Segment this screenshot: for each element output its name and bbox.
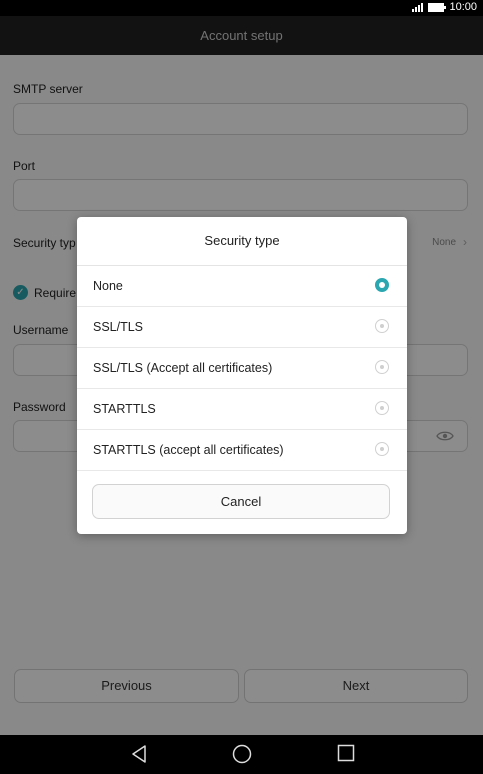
option-ssl-tls[interactable]: SSL/TLS bbox=[77, 307, 407, 348]
signal-icon bbox=[412, 2, 424, 12]
security-type-dialog: Security type None SSL/TLS SSL/TLS (Acce… bbox=[77, 217, 407, 534]
option-label: STARTTLS (accept all certificates) bbox=[93, 443, 284, 457]
radio-icon[interactable] bbox=[375, 360, 389, 374]
status-bar: 10:00 bbox=[0, 0, 483, 16]
option-label: None bbox=[93, 279, 123, 293]
option-label: SSL/TLS bbox=[93, 320, 144, 334]
option-starttls[interactable]: STARTTLS bbox=[77, 389, 407, 430]
cancel-button[interactable]: Cancel bbox=[92, 484, 390, 519]
dialog-title: Security type bbox=[77, 217, 407, 266]
navigation-bar bbox=[0, 735, 483, 774]
radio-icon[interactable] bbox=[375, 319, 389, 333]
clock: 10:00 bbox=[449, 1, 477, 13]
radio-icon[interactable] bbox=[375, 442, 389, 456]
radio-selected-icon[interactable] bbox=[375, 278, 389, 292]
option-label: STARTTLS bbox=[93, 402, 156, 416]
option-none[interactable]: None bbox=[77, 266, 407, 307]
battery-icon bbox=[428, 2, 447, 12]
back-icon[interactable] bbox=[130, 744, 148, 764]
option-starttls-accept-all[interactable]: STARTTLS (accept all certificates) bbox=[77, 430, 407, 471]
eye-icon[interactable] bbox=[436, 430, 454, 442]
radio-icon[interactable] bbox=[375, 401, 389, 415]
option-label: SSL/TLS (Accept all certificates) bbox=[93, 361, 273, 375]
home-icon[interactable] bbox=[232, 744, 252, 764]
option-ssl-tls-accept-all[interactable]: SSL/TLS (Accept all certificates) bbox=[77, 348, 407, 389]
recents-icon[interactable] bbox=[337, 744, 355, 762]
